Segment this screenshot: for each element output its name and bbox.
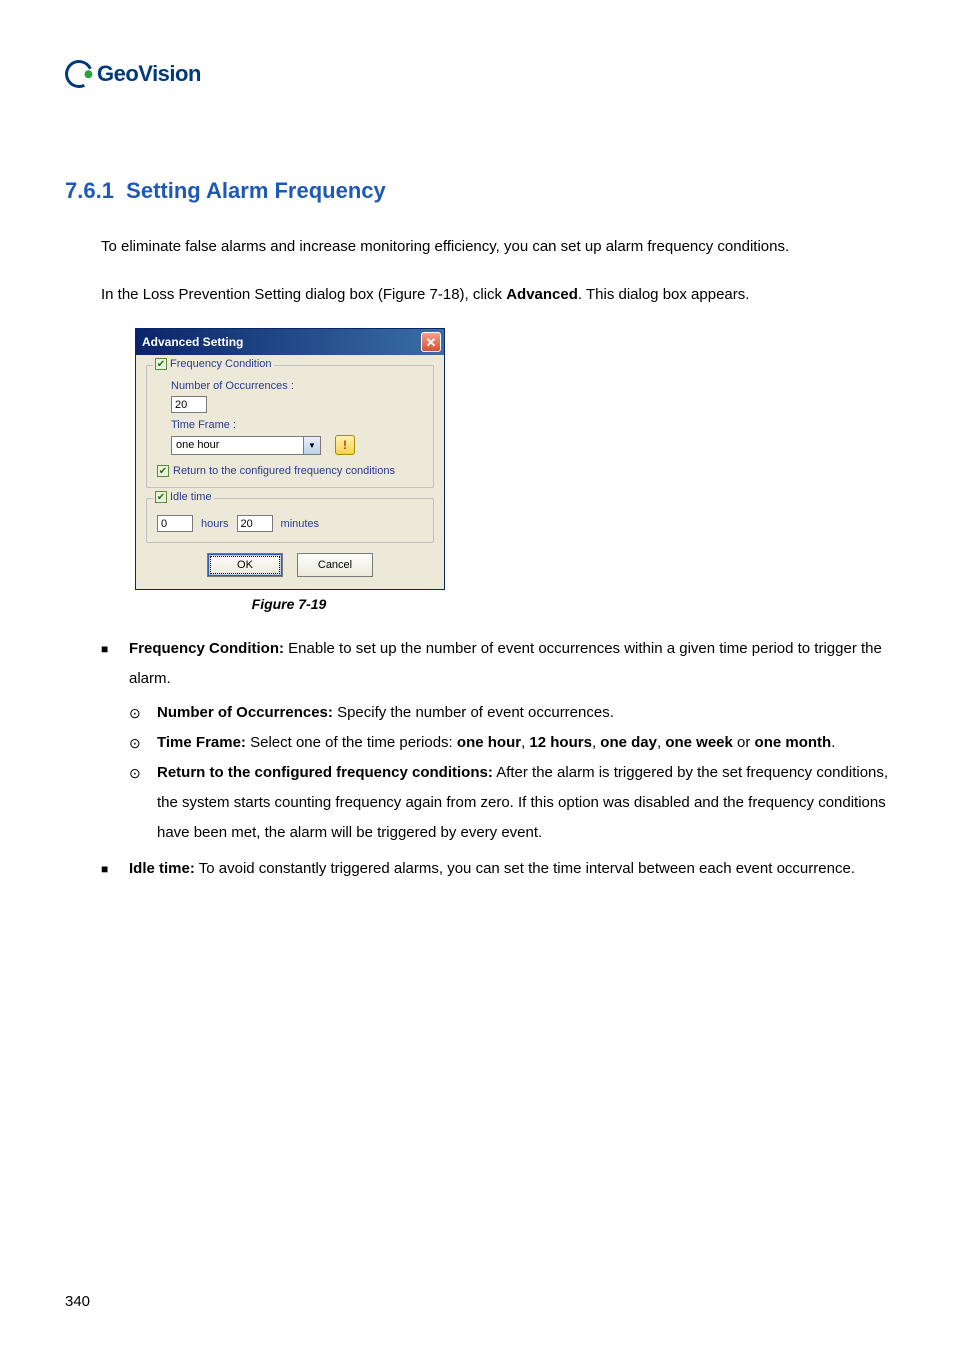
list-item: Number of Occurrences: Specify the numbe… — [129, 698, 889, 728]
advanced-setting-dialog: Advanced Setting ✕ ✔ Frequency Condition… — [135, 328, 445, 590]
time-frame-value: one hour — [176, 439, 219, 451]
figure-caption: Figure 7-19 — [135, 596, 443, 612]
cancel-button[interactable]: Cancel — [297, 553, 373, 577]
idle-time-label: Idle time — [170, 491, 212, 503]
brand-logo: GeoVision — [65, 60, 889, 88]
idle-time-checkbox[interactable]: ✔ — [155, 491, 167, 503]
intro-paragraph-2: In the Loss Prevention Setting dialog bo… — [101, 280, 889, 310]
dialog-titlebar: Advanced Setting ✕ — [136, 329, 444, 355]
logo-text: GeoVision — [97, 61, 201, 87]
time-frame-label: Time Frame : — [171, 419, 423, 431]
idle-minutes-input[interactable] — [237, 515, 273, 532]
return-conditions-label: Return to the configured frequency condi… — [173, 465, 395, 477]
hours-label: hours — [201, 518, 229, 530]
logo-mark-icon — [61, 56, 97, 92]
frequency-condition-group: ✔ Frequency Condition Number of Occurren… — [146, 365, 434, 488]
return-conditions-checkbox[interactable]: ✔ — [157, 465, 169, 477]
chevron-down-icon[interactable]: ▼ — [303, 437, 320, 454]
minutes-label: minutes — [281, 518, 320, 530]
list-item: Frequency Condition: Enable to set up th… — [101, 634, 889, 848]
intro-paragraph-1: To eliminate false alarms and increase m… — [101, 232, 889, 262]
idle-hours-input[interactable] — [157, 515, 193, 532]
number-occurrences-input[interactable] — [171, 396, 207, 413]
list-item: Return to the configured frequency condi… — [129, 758, 889, 848]
ok-button[interactable]: OK — [207, 553, 283, 577]
frequency-condition-checkbox[interactable]: ✔ — [155, 358, 167, 370]
page-number: 340 — [65, 1293, 90, 1310]
list-item: Time Frame: Select one of the time perio… — [129, 728, 889, 758]
time-frame-select[interactable]: one hour ▼ — [171, 436, 321, 455]
section-heading: 7.6.1 Setting Alarm Frequency — [65, 178, 889, 204]
idle-time-group: ✔ Idle time hours minutes — [146, 498, 434, 543]
close-icon[interactable]: ✕ — [421, 332, 441, 352]
number-occurrences-label: Number of Occurrences : — [171, 380, 423, 392]
warning-icon[interactable]: ! — [335, 435, 355, 455]
dialog-title: Advanced Setting — [142, 335, 243, 349]
list-item: Idle time: To avoid constantly triggered… — [101, 854, 889, 884]
frequency-condition-label: Frequency Condition — [170, 358, 272, 370]
